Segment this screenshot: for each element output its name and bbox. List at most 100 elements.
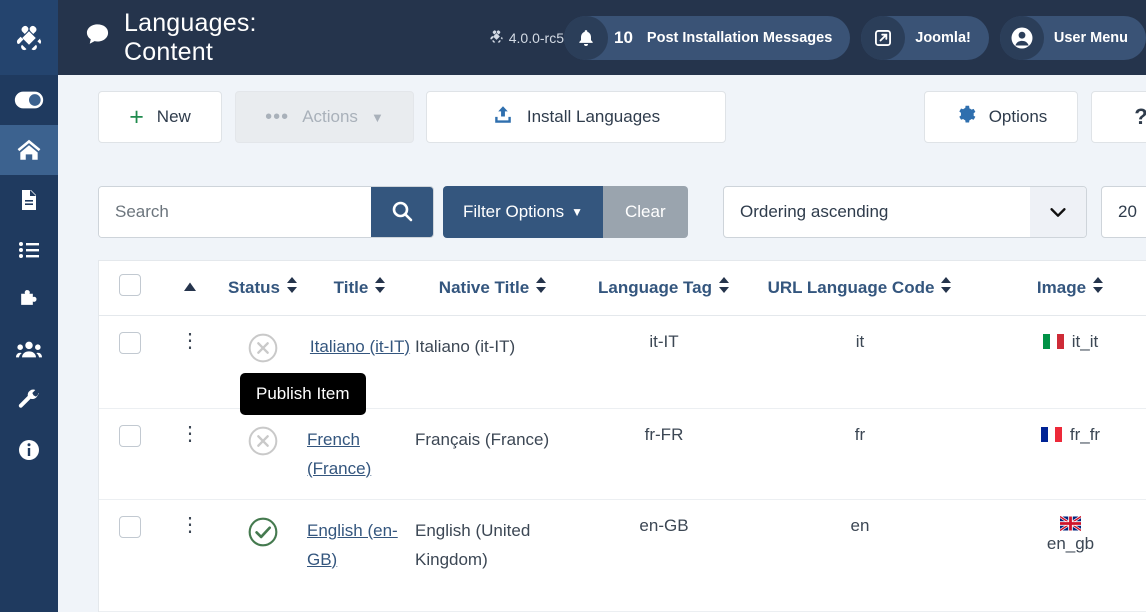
select-all-header bbox=[99, 261, 161, 316]
row-menu-icon[interactable]: ⋮ bbox=[180, 514, 200, 536]
sidebar-item-toggle-menu[interactable] bbox=[0, 75, 58, 125]
row-checkbox[interactable] bbox=[119, 424, 141, 447]
publish-item-tooltip: Publish Item bbox=[240, 373, 366, 415]
actions-button[interactable]: ••• Actions ▼ bbox=[235, 91, 414, 143]
plus-icon: + bbox=[129, 102, 144, 131]
ordering-value: Ordering ascending bbox=[740, 202, 889, 221]
search-button[interactable] bbox=[371, 187, 433, 237]
column-header-language-tag[interactable]: Language Tag bbox=[573, 261, 755, 316]
options-button[interactable]: Options bbox=[924, 91, 1078, 143]
new-button[interactable]: + New bbox=[98, 91, 222, 143]
toolbar: + New ••• Actions ▼ Install Languages Op… bbox=[58, 75, 1146, 172]
row-native-title-cell: Italiano (it-IT) bbox=[413, 315, 573, 409]
column-header-title[interactable]: Title bbox=[307, 261, 413, 316]
row-checkbox-cell bbox=[99, 408, 161, 500]
list-limit-value: 20 bbox=[1118, 202, 1137, 221]
puzzle-icon bbox=[17, 288, 42, 313]
ellipsis-icon: ••• bbox=[265, 106, 290, 128]
info-icon bbox=[17, 438, 41, 462]
page-title: Languages: Content bbox=[84, 9, 334, 67]
filter-bar: Filter Options ▼ Clear bbox=[98, 186, 688, 238]
row-checkbox-cell bbox=[99, 499, 161, 612]
row-image-label: fr_fr bbox=[1069, 424, 1101, 444]
row-menu-icon[interactable]: ⋮ bbox=[180, 423, 200, 445]
row-image-cell: en_gb bbox=[965, 499, 1146, 612]
circle-x-icon[interactable] bbox=[247, 333, 279, 368]
bell-icon bbox=[564, 15, 608, 60]
row-actions-cell: ⋮ bbox=[161, 315, 219, 409]
clear-button[interactable]: Clear bbox=[602, 186, 688, 238]
row-image-label: en_gb bbox=[1046, 533, 1095, 553]
version-label: 4.0.0-rc5 bbox=[489, 29, 564, 47]
sidebar-item-components[interactable] bbox=[0, 275, 58, 325]
table-row: ⋮ French (France) Français (France) fr-F… bbox=[99, 408, 1146, 500]
document-icon bbox=[17, 188, 41, 212]
column-header-url-language-code[interactable]: URL Language Code bbox=[755, 261, 965, 316]
column-header-native-title-label: Native Title bbox=[438, 277, 530, 297]
row-status-cell bbox=[219, 499, 307, 612]
external-link-icon bbox=[861, 15, 906, 60]
post-installation-messages-button[interactable]: 10 Post Installation Messages bbox=[564, 15, 851, 60]
joomla-link-button[interactable]: Joomla! bbox=[861, 15, 989, 60]
sidebar-item-users[interactable] bbox=[0, 325, 58, 375]
header-actions: 10 Post Installation Messages Joomla! Us… bbox=[564, 15, 1146, 60]
ordering-select[interactable]: Ordering ascending bbox=[723, 186, 1087, 238]
column-header-image[interactable]: Image bbox=[965, 261, 1146, 316]
row-language-tag-cell: fr-FR bbox=[573, 408, 755, 500]
row-title-link[interactable]: Italiano (it-IT) bbox=[310, 332, 410, 361]
column-header-language-tag-label: Language Tag bbox=[598, 277, 712, 297]
sidebar bbox=[0, 0, 58, 612]
sidebar-item-menus[interactable] bbox=[0, 225, 58, 275]
help-question-icon: ? bbox=[1134, 104, 1146, 130]
sort-icon bbox=[374, 277, 386, 298]
sidebar-item-system[interactable] bbox=[0, 375, 58, 425]
row-image-cell: it_it bbox=[965, 315, 1146, 409]
list-icon bbox=[17, 238, 41, 262]
row-native-title: Français (France) bbox=[415, 429, 550, 449]
circle-x-icon[interactable] bbox=[247, 426, 279, 461]
sort-icon bbox=[1092, 277, 1104, 298]
row-menu-icon[interactable]: ⋮ bbox=[180, 330, 200, 352]
joomla-logo-icon bbox=[489, 29, 504, 47]
user-menu-button[interactable]: User Menu bbox=[999, 15, 1146, 60]
ordering-header[interactable] bbox=[161, 261, 219, 316]
circle-check-icon[interactable] bbox=[247, 517, 279, 552]
help-button[interactable]: ? bbox=[1091, 91, 1146, 143]
upload-icon bbox=[492, 104, 514, 131]
user-menu-label: User Menu bbox=[1053, 29, 1128, 46]
home-icon bbox=[16, 137, 42, 163]
clear-button-label: Clear bbox=[624, 202, 666, 221]
table-row: ⋮ English (en-GB) English (United Kingdo… bbox=[99, 499, 1146, 612]
sort-icon bbox=[286, 277, 298, 298]
sidebar-item-content[interactable] bbox=[0, 175, 58, 225]
search-input[interactable] bbox=[99, 187, 371, 237]
version-text: 4.0.0-rc5 bbox=[508, 29, 564, 46]
languages-table: Status Title Native Title Language Tag U… bbox=[98, 260, 1146, 612]
install-languages-button[interactable]: Install Languages bbox=[426, 91, 726, 143]
sort-icon bbox=[718, 277, 730, 298]
row-language-tag-cell: it-IT bbox=[573, 315, 755, 409]
chevron-down-icon: ▼ bbox=[571, 205, 583, 219]
filter-options-label: Filter Options bbox=[463, 202, 565, 221]
row-title-link[interactable]: French (France) bbox=[307, 425, 413, 483]
row-title-link[interactable]: English (en-GB) bbox=[307, 516, 413, 574]
list-limit-select[interactable]: 20 bbox=[1101, 186, 1146, 238]
toggle-switch-icon bbox=[14, 85, 44, 115]
sidebar-item-help[interactable] bbox=[0, 425, 58, 475]
options-button-label: Options bbox=[988, 107, 1048, 126]
column-header-status[interactable]: Status bbox=[219, 261, 307, 316]
row-checkbox[interactable] bbox=[119, 515, 141, 538]
row-native-title-cell: English (United Kingdom) bbox=[413, 499, 573, 612]
joomla-logo-icon[interactable] bbox=[0, 0, 58, 75]
sidebar-item-home[interactable] bbox=[0, 125, 58, 175]
top-header: Languages: Content 4.0.0-rc5 10 Post Ins bbox=[58, 0, 1146, 75]
select-all-checkbox[interactable] bbox=[119, 274, 141, 297]
row-checkbox[interactable] bbox=[119, 331, 141, 354]
filter-options-button[interactable]: Filter Options ▼ bbox=[443, 186, 603, 238]
post-installation-messages-label: Post Installation Messages bbox=[646, 29, 833, 46]
table-header-row: Status Title Native Title Language Tag U… bbox=[99, 261, 1146, 316]
italy-flag-icon bbox=[1042, 334, 1064, 349]
tooltip-text: Publish Item bbox=[256, 384, 350, 403]
row-image-label: it_it bbox=[1071, 331, 1099, 351]
column-header-native-title[interactable]: Native Title bbox=[413, 261, 573, 316]
